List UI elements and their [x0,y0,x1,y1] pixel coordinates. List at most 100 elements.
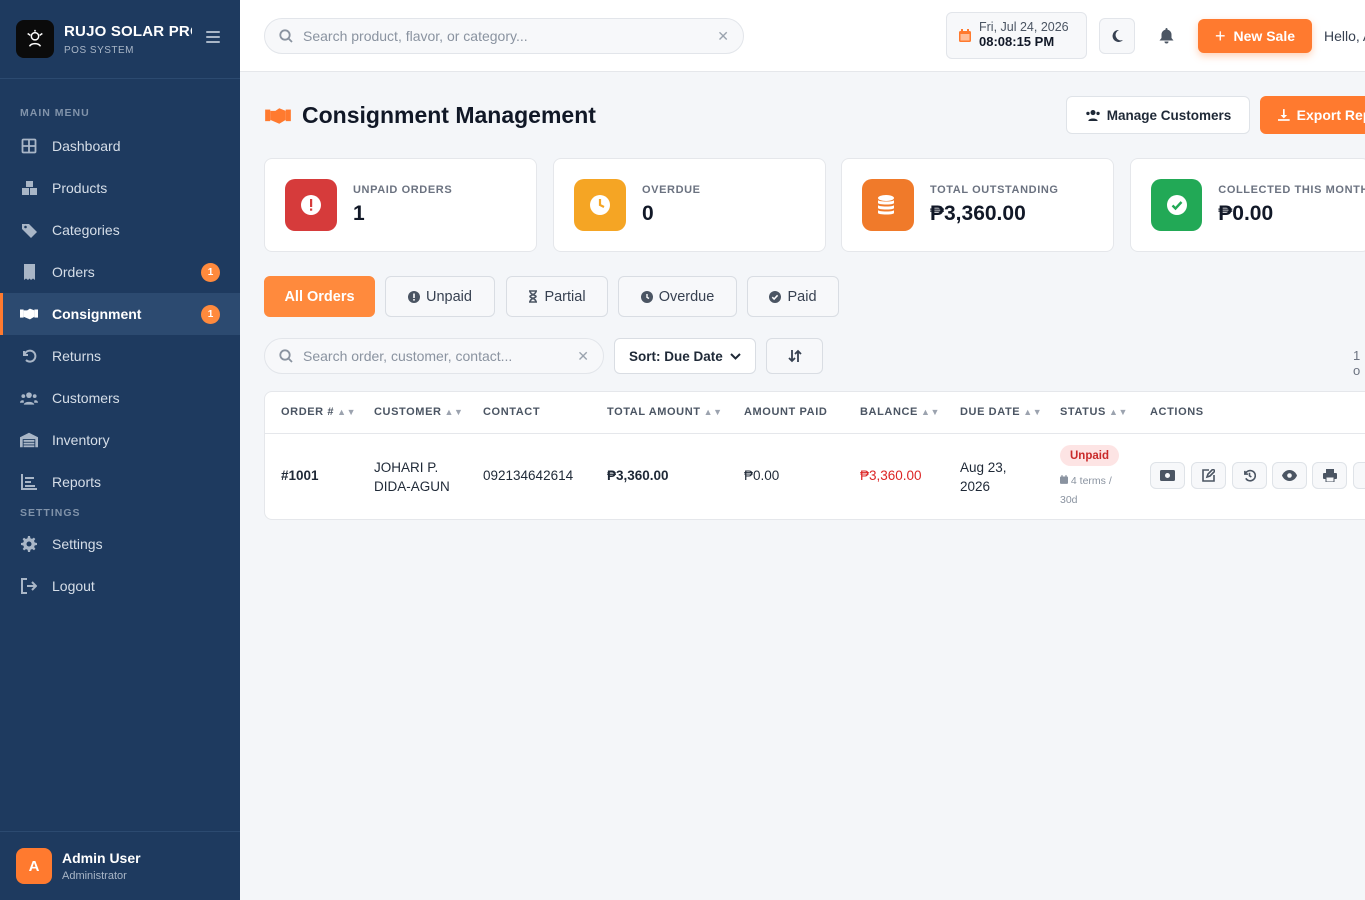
filter-label: Partial [544,288,586,305]
sort-direction-button[interactable] [766,338,823,374]
sidebar-item-products[interactable]: Products [0,167,240,209]
new-sale-button[interactable]: + New Sale [1198,19,1312,53]
grid-icon [20,137,38,155]
column-balance[interactable]: BALANCE ▲▼ [860,406,940,418]
stat-label: COLLECTED THIS MONTH [1218,184,1365,196]
column-label: CONTACT [483,406,541,418]
column-customer[interactable]: CUSTOMER ▲▼ [374,406,464,418]
bell-icon [1159,28,1173,44]
filter-partial[interactable]: Partial [506,276,608,317]
manage-customers-button[interactable]: Manage Customers [1066,96,1250,134]
current-time: 08:08:15 PM [979,34,1055,50]
export-report-button[interactable]: Export Report [1260,96,1365,134]
plus-icon: + [1215,25,1226,46]
sidebar-item-label: Consignment [52,306,142,322]
sidebar-item-categories[interactable]: Categories [0,209,240,251]
edit-button[interactable] [1191,462,1226,489]
table-row: #1001 JOHARI P. DIDA-AGUN 092134642614 ₱… [265,434,1365,519]
consignment-badge: 1 [201,304,220,324]
dark-mode-toggle[interactable] [1099,18,1135,54]
sort-select[interactable]: Sort: Due Date [614,338,756,374]
sidebar-item-label: Orders [52,264,95,280]
tags-icon [20,221,38,239]
order-number: #1001 [281,468,319,483]
sidebar-item-inventory[interactable]: Inventory [0,419,240,461]
column-status[interactable]: STATUS ▲▼ [1060,406,1128,418]
sidebar-item-label: Settings [52,536,103,552]
sidebar-item-label: Customers [52,390,120,406]
order-search-input[interactable]: Search order, customer, contact... ✕ [264,338,604,374]
clear-icon[interactable]: ✕ [717,28,729,45]
payment-history-button[interactable] [1232,462,1267,489]
print-icon [1322,469,1337,482]
filter-unpaid[interactable]: Unpaid [385,276,495,317]
filter-all-orders[interactable]: All Orders [264,276,375,317]
date-time-display: Fri, Jul 24, 2026 08:08:15 PM [946,12,1087,59]
column-label: AMOUNT PAID [744,406,828,418]
stat-label: UNPAID ORDERS [353,184,453,196]
consignment-table: ORDER # ▲▼ CUSTOMER ▲▼ CONTACT TOTAL AMOUN… [264,391,1365,520]
stat-value: ₱3,360.00 [930,202,1026,225]
sidebar-item-reports[interactable]: Reports [0,461,240,503]
filter-paid[interactable]: Paid [747,276,839,317]
column-order[interactable]: ORDER # ▲▼ [281,406,356,418]
sidebar-item-orders[interactable]: Orders 1 [0,251,240,293]
global-search-input[interactable]: Search product, flavor, or category... ✕ [264,18,744,54]
logout-icon [20,577,38,595]
record-payment-button[interactable] [1150,462,1185,489]
clear-icon[interactable]: ✕ [577,348,589,365]
column-label: CUSTOMER [374,406,442,418]
sidebar: RUJO SOLAR PRO POS SYSTEM MAIN MENU Dash… [0,0,240,900]
stat-total-outstanding: TOTAL OUTSTANDING ₱3,360.00 [841,158,1114,252]
handshake-icon [265,107,291,124]
total-amount: ₱3,360.00 [607,468,669,483]
column-label: TOTAL AMOUNT [607,406,701,418]
filter-label: Paid [787,288,817,305]
sidebar-item-label: Dashboard [52,138,121,154]
sort-order-icon [787,349,802,363]
sidebar-item-customers[interactable]: Customers [0,377,240,419]
warehouse-icon [20,431,38,449]
print-button[interactable] [1312,462,1347,489]
column-label: STATUS [1060,406,1106,418]
more-actions-button[interactable] [1353,462,1365,489]
search-icon [279,29,293,43]
column-due-date[interactable]: DUE DATE ▲▼ [960,406,1042,418]
stat-label: OVERDUE [642,184,701,196]
sidebar-item-logout[interactable]: Logout [0,565,240,607]
brand-name: RUJO SOLAR PRO [64,22,192,40]
receipt-icon [20,263,38,281]
filter-overdue[interactable]: Overdue [618,276,737,317]
customer-name-line2: DIDA-AGUN [374,479,450,494]
main-content: Consignment Management Manage Customers … [240,72,1365,900]
sidebar-item-returns[interactable]: Returns [0,335,240,377]
terms-line2: 30d [1060,494,1078,506]
amount-paid: ₱0.00 [744,468,780,483]
global-search-placeholder: Search product, flavor, or category... [303,28,528,44]
user-greeting[interactable]: Hello, A [1324,28,1365,44]
stat-unpaid-orders: UNPAID ORDERS 1 [264,158,537,252]
column-label: BALANCE [860,406,918,418]
hourglass-icon [528,290,538,303]
results-count: 1 o [1353,348,1361,378]
notifications-button[interactable] [1148,18,1184,54]
sidebar-item-consignment[interactable]: Consignment 1 [0,293,240,335]
order-search-placeholder: Search order, customer, contact... [303,348,513,364]
stat-collected-this-month: COLLECTED THIS MONTH ₱0.00 [1130,158,1365,252]
column-total-amount[interactable]: TOTAL AMOUNT ▲▼ [607,406,723,418]
customer-name: JOHARI P. DIDA-AGUN [374,458,450,496]
user-name: Admin User [62,850,141,866]
view-button[interactable] [1272,462,1307,489]
money-icon [1160,470,1175,481]
due-date-line1: Aug 23, [960,460,1007,475]
sidebar-item-settings[interactable]: Settings [0,523,240,565]
sidebar-item-dashboard[interactable]: Dashboard [0,125,240,167]
user-role: Administrator [62,870,127,882]
status-badge: Unpaid [1060,445,1119,466]
user-card[interactable]: A Admin User Administrator [0,831,240,900]
sidebar-item-label: Products [52,180,108,196]
menu-toggle-icon[interactable] [206,31,220,45]
column-label: ACTIONS [1150,406,1204,418]
alert-circle-icon [408,290,421,303]
history-icon [1244,469,1256,482]
